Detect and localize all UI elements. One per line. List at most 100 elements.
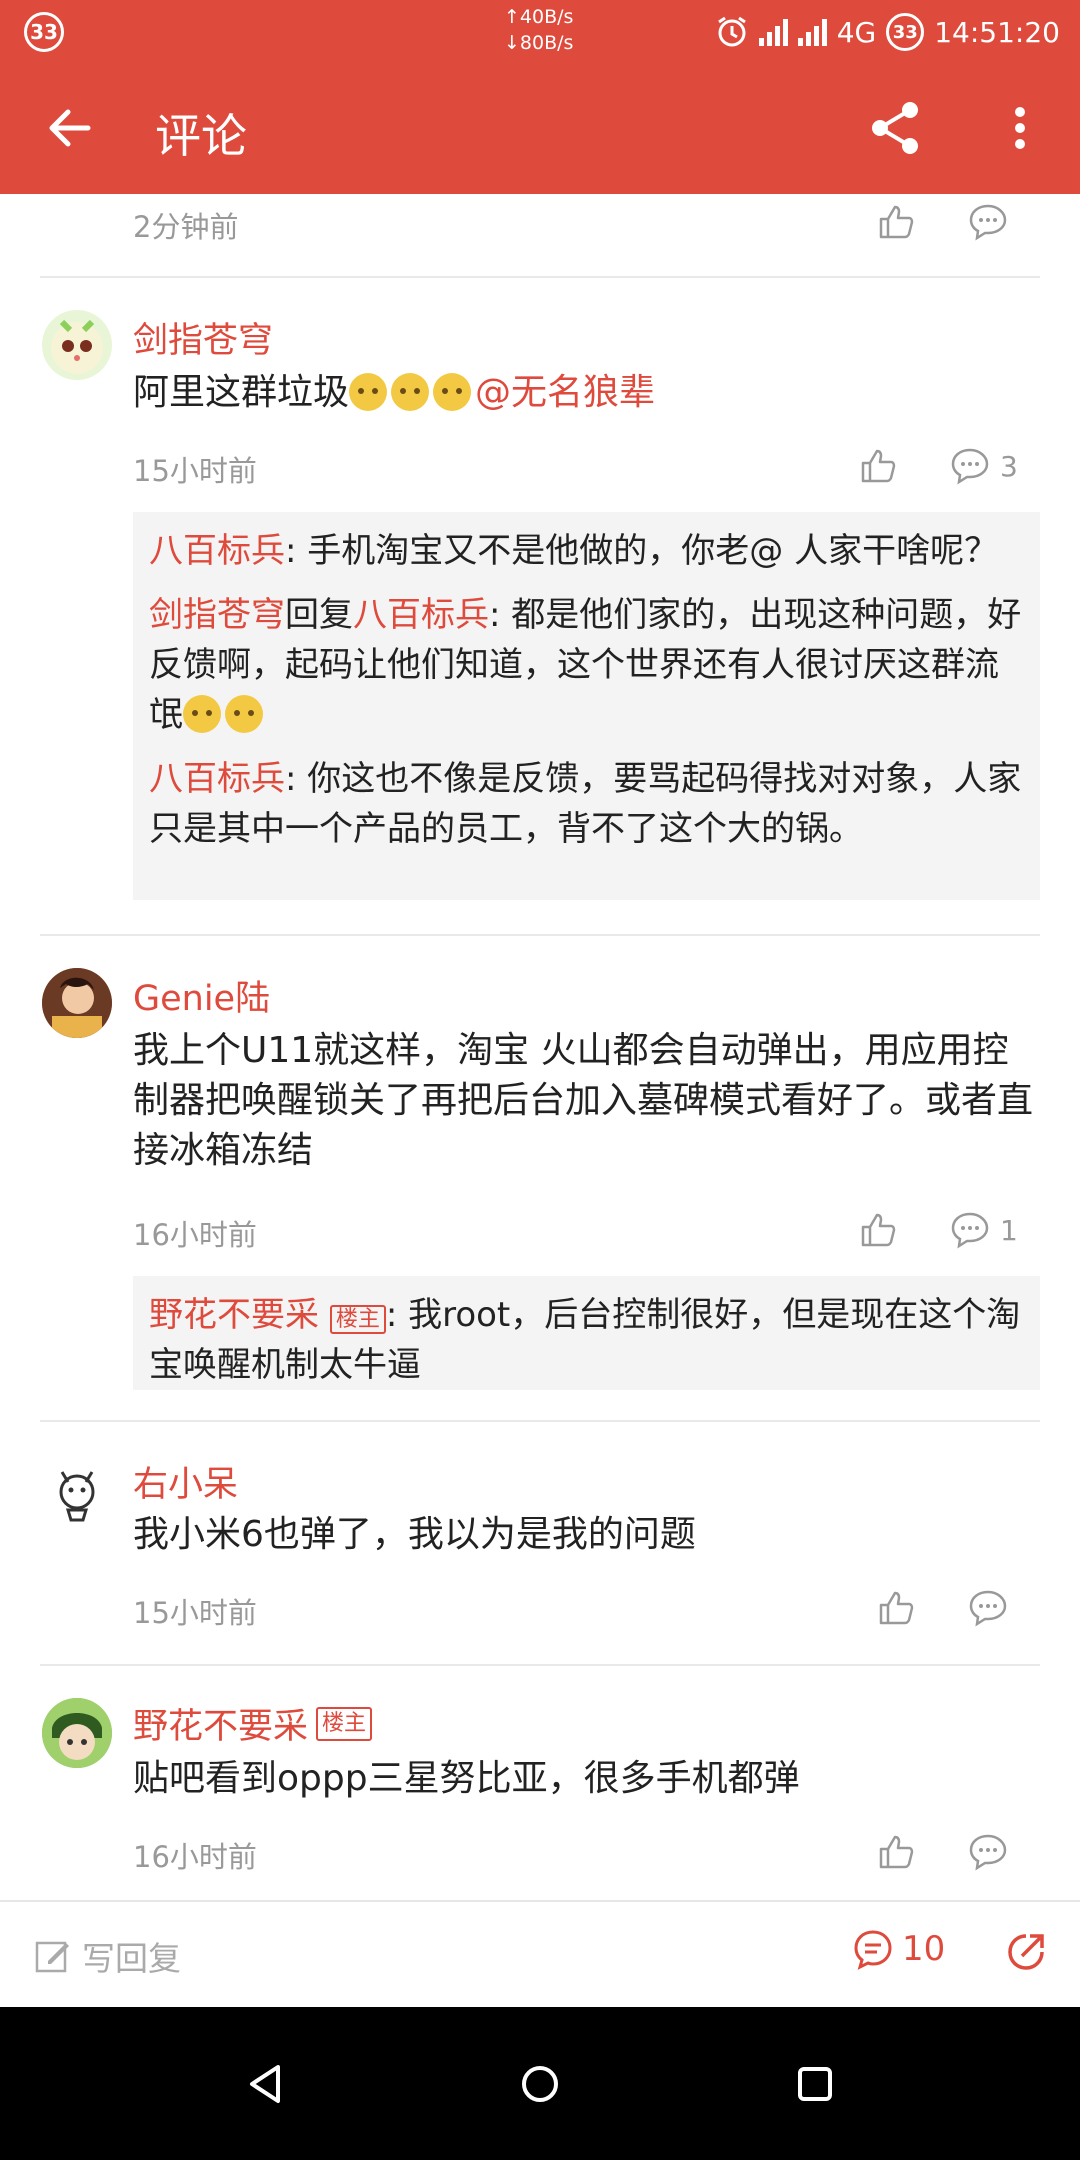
- reply-button[interactable]: [968, 202, 1008, 242]
- comment-time: 2分钟前: [133, 210, 239, 244]
- like-button[interactable]: [858, 446, 898, 486]
- status-bar: 33 ↑40B/s ↓80B/s 4G 33 14:51:20: [0, 0, 1080, 62]
- more-vert-icon[interactable]: [1000, 98, 1040, 158]
- comment-username[interactable]: 右小呆: [133, 1456, 238, 1507]
- reply-count: 3: [1000, 449, 1018, 483]
- username-text[interactable]: 剑指苍穹: [133, 312, 273, 363]
- angry-emoji-icon: [391, 373, 430, 411]
- reply-text: 手机淘宝又不是他做的，你老@ 人家干啥呢？: [307, 531, 999, 571]
- write-reply-input[interactable]: 写回复: [34, 1932, 181, 1980]
- divider: [40, 1664, 1040, 1666]
- comment-username[interactable]: Genie陆: [133, 970, 270, 1021]
- thumbs-up-icon: [879, 1835, 914, 1869]
- comment-time: 15小时前: [133, 1596, 257, 1630]
- angry-emoji-icon: [183, 695, 221, 733]
- comment-time: 16小时前: [133, 1840, 257, 1874]
- avatar-image: [59, 1471, 95, 1522]
- reply-box[interactable]: 野花不要采 楼主: 我root，后台控制很好，但是现在这个淘宝唤醒机制太牛逼: [133, 1276, 1040, 1390]
- avatar[interactable]: [42, 968, 112, 1038]
- reply-separator: :: [285, 759, 308, 799]
- reply-item[interactable]: 八百标兵: 你这也不像是反馈，要骂起码得找对对象，人家只是其中一个产品的员工，背…: [149, 754, 1024, 854]
- battery-indicator: 33: [886, 13, 925, 51]
- nav-recents-icon[interactable]: [790, 2059, 840, 2109]
- arrow-left-icon[interactable]: [40, 98, 100, 158]
- reply-item[interactable]: 八百标兵: 手机淘宝又不是他做的，你老@ 人家干啥呢？: [149, 526, 1024, 576]
- reply-box[interactable]: 八百标兵: 手机淘宝又不是他做的，你老@ 人家干啥呢？ 剑指苍穹回复八百标兵: …: [133, 512, 1040, 900]
- reply-button[interactable]: [968, 1588, 1008, 1628]
- username-text[interactable]: 右小呆: [133, 1456, 238, 1507]
- reply-bar: 写回复 10: [0, 1900, 1080, 2007]
- username-text[interactable]: Genie陆: [133, 970, 270, 1021]
- comment-username[interactable]: 剑指苍穹: [133, 312, 273, 363]
- status-right: 4G 33 14:51:20: [715, 12, 1060, 52]
- thumbs-up-icon: [861, 449, 896, 483]
- like-button[interactable]: [876, 1832, 916, 1872]
- host-badge: 楼主: [316, 1706, 373, 1741]
- like-button[interactable]: [858, 1210, 898, 1250]
- page-title: 评论: [155, 109, 247, 163]
- notification-count-badge: 33: [24, 12, 64, 52]
- edit-icon: [35, 1941, 69, 1973]
- like-button[interactable]: [876, 202, 916, 242]
- system-nav-bar: [0, 2007, 1080, 2160]
- avatar[interactable]: [42, 1698, 112, 1768]
- angry-emoji-icon: [349, 373, 388, 411]
- reply-verb: 回复: [285, 595, 353, 635]
- reply-button[interactable]: 1: [950, 1210, 1018, 1250]
- reply-button[interactable]: [968, 1832, 1008, 1872]
- comment-count-button[interactable]: 10: [852, 1928, 945, 1970]
- comment-count-icon: [854, 1930, 892, 1970]
- comment-username[interactable]: 野花不要采 楼主: [133, 1698, 373, 1749]
- reply-username[interactable]: 八百标兵: [149, 759, 285, 799]
- avatar-image: [51, 319, 103, 374]
- avatar-image: [42, 968, 112, 1038]
- reply-username[interactable]: 剑指苍穹: [149, 595, 285, 635]
- nav-home-icon[interactable]: [515, 2059, 565, 2109]
- avatar-image: [42, 1698, 112, 1768]
- like-button[interactable]: [876, 1588, 916, 1628]
- comment-list[interactable]: 2分钟前 剑指苍穹 阿里这群垃圾 @无名狼辈 15小时前 3 八百标兵: 手机淘宝…: [0, 194, 1080, 1900]
- reply-item[interactable]: 野花不要采 楼主: 我root，后台控制很好，但是现在这个淘宝唤醒机制太牛逼: [149, 1290, 1024, 1390]
- comment-text: 贴吧看到oppp三星努比亚，很多手机都弹: [133, 1758, 800, 1799]
- comment-time: 16小时前: [133, 1218, 257, 1252]
- avatar[interactable]: [42, 310, 112, 380]
- network-type: 4G: [836, 15, 877, 49]
- thumbs-up-icon: [879, 1591, 914, 1625]
- host-badge: 楼主: [329, 1305, 386, 1334]
- comment-text: 我小米6也弹了，我以为是我的问题: [133, 1514, 696, 1555]
- share-icon[interactable]: [866, 98, 926, 158]
- thumbs-up-icon: [879, 205, 914, 239]
- comment-icon: [969, 204, 1007, 241]
- divider: [40, 934, 1040, 936]
- network-upload: ↑40B/s: [504, 6, 574, 28]
- comment-body: 阿里这群垃圾: [133, 372, 350, 413]
- forward-icon[interactable]: [1004, 1928, 1050, 1974]
- username-text[interactable]: 野花不要采: [133, 1698, 308, 1749]
- reply-count: 1: [1000, 1213, 1018, 1247]
- nav-back-icon[interactable]: [240, 2059, 290, 2109]
- reply-separator: :: [385, 1295, 409, 1335]
- signal-icon: [758, 18, 788, 46]
- signal-icon-2: [797, 18, 827, 46]
- thumbs-up-icon: [861, 1213, 896, 1247]
- angry-emoji-icon: [225, 695, 263, 733]
- comment-time: 15小时前: [133, 454, 257, 488]
- mention-link[interactable]: @无名狼辈: [475, 372, 655, 413]
- network-download: ↓80B/s: [504, 32, 574, 54]
- reply-button[interactable]: 3: [950, 446, 1018, 486]
- app-bar: 评论: [0, 62, 1080, 194]
- write-reply-placeholder[interactable]: 写回复: [82, 1932, 181, 1980]
- avatar[interactable]: [42, 1456, 112, 1526]
- reply-target-username[interactable]: 八百标兵: [353, 595, 489, 635]
- comment-icon: [969, 1590, 1007, 1627]
- reply-username[interactable]: 八百标兵: [149, 531, 285, 571]
- comment-icon: [951, 1212, 989, 1249]
- reply-separator: :: [489, 595, 512, 635]
- reply-separator: :: [285, 531, 308, 571]
- reply-username[interactable]: 野花不要采: [149, 1295, 319, 1335]
- comment-count: 10: [902, 1929, 946, 1969]
- divider: [40, 276, 1040, 278]
- comment-icon: [969, 1834, 1007, 1871]
- angry-emoji-icon: [433, 373, 472, 411]
- reply-item[interactable]: 剑指苍穹回复八百标兵: 都是他们家的，出现这种问题，好反馈啊，起码让他们知道，这…: [149, 590, 1024, 740]
